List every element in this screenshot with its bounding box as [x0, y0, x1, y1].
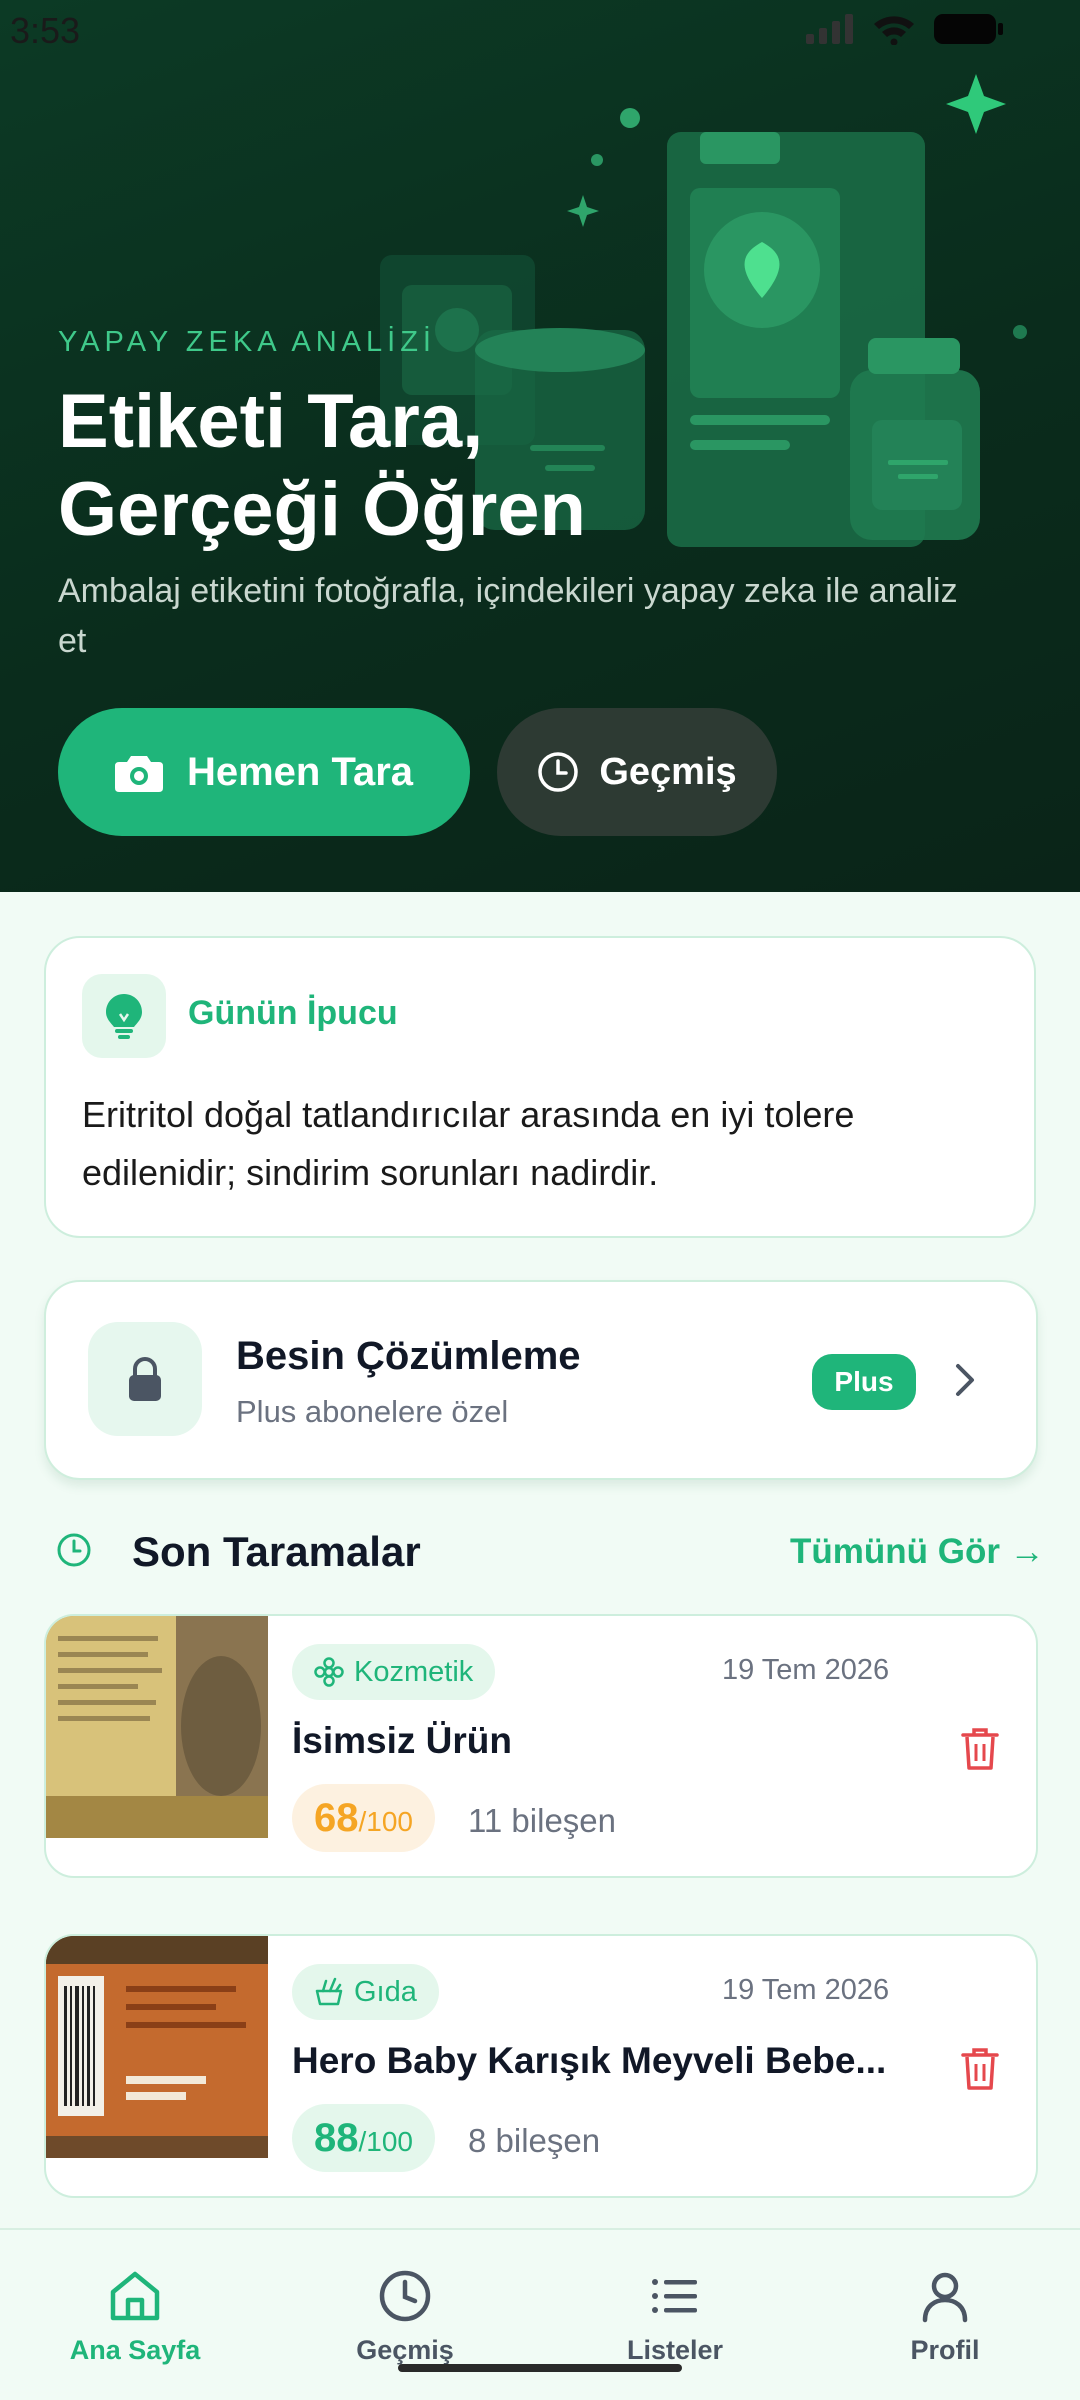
product-name: İsimsiz Ürün	[292, 1720, 512, 1761]
tip-text: Eritritol doğal tatlandırıcılar arasında…	[82, 1094, 855, 1193]
nav-item-home[interactable]: Ana Sayfa	[35, 2268, 235, 2366]
bottom-navigation: Ana Sayfa Geçmiş Listeler Profil	[0, 2228, 1080, 2400]
history-button[interactable]: Geçmiş	[497, 708, 777, 836]
lightbulb-icon	[106, 994, 142, 1039]
product-thumbnail	[46, 1936, 268, 2158]
category-badge: Gıda	[292, 1964, 439, 2020]
scan-now-button[interactable]: Hemen Tara	[58, 708, 470, 836]
recent-clock-icon	[57, 1533, 91, 1567]
nav-item-lists[interactable]: Listeler	[575, 2268, 775, 2366]
hero-eyebrow: YAPAY ZEKA ANALİZİ	[58, 326, 436, 358]
scan-card[interactable]: Kozmetik 19 Tem 2026 İsimsiz Ürün 68 /10…	[44, 1614, 1038, 1878]
component-count: 11 bileşen	[468, 1802, 617, 1839]
scan-date: 19 Tem 2026	[722, 1974, 890, 2006]
see-all-link[interactable]: Tümünü Gör →	[790, 1532, 1045, 1572]
nav-item-profile[interactable]: Profil	[845, 2268, 1045, 2366]
tip-title: Günün İpucu	[188, 994, 398, 1032]
home-indicator	[398, 2364, 682, 2372]
clock-icon	[538, 752, 579, 792]
score-badge: 88 /100	[292, 2104, 435, 2172]
signal-icon	[806, 14, 853, 44]
lock-icon-box	[88, 1322, 202, 1436]
clock-icon	[379, 2270, 431, 2322]
scan-date: 19 Tem 2026	[722, 1654, 890, 1686]
score-max: /100	[358, 1806, 414, 1837]
tip-of-the-day-card: Günün İpucu Eritritol doğal tatlandırıcı…	[44, 936, 1036, 1238]
hero-title: Etiketi Tara, Gerçeği Öğren	[58, 378, 818, 554]
status-bar: 3:53	[0, 0, 1080, 60]
hero-title-line1: Etiketi Tara,	[58, 379, 484, 464]
category-label: Kozmetik	[354, 1655, 474, 1688]
trash-icon[interactable]	[960, 2046, 1000, 2092]
score-value: 68	[314, 1796, 359, 1840]
hero-subtitle: Ambalaj etiketini fotoğrafla, içindekile…	[58, 572, 958, 660]
nav-label-home: Ana Sayfa	[69, 2335, 201, 2365]
plus-badge: Plus	[812, 1354, 916, 1410]
camera-icon	[114, 756, 163, 792]
category-badge: Kozmetik	[292, 1644, 496, 1700]
score-badge: 68 /100	[292, 1784, 435, 1852]
scan-card[interactable]: Gıda 19 Tem 2026 Hero Baby Karışık Meyve…	[44, 1934, 1038, 2198]
wifi-icon	[874, 16, 914, 45]
nutrition-analysis-card[interactable]: Besin Çözümleme Plus abonelere özel Plus	[44, 1280, 1038, 1480]
list-icon	[652, 2279, 697, 2313]
product-thumbnail	[46, 1616, 268, 1838]
nutrition-analysis-title: Besin Çözümleme	[236, 1334, 581, 1378]
tip-icon-box	[82, 974, 166, 1058]
hero-banner: 3:53 YAPAY ZEKA ANALİZİ Etiketi Tara, Ge…	[0, 0, 1080, 892]
component-count: 8 bileşen	[468, 2122, 601, 2159]
product-name: Hero Baby Karışık Meyveli Bebe...	[292, 2040, 887, 2081]
battery-icon	[934, 14, 1003, 44]
user-icon	[922, 2272, 968, 2323]
status-time: 3:53	[10, 10, 81, 51]
home-icon	[110, 2271, 160, 2321]
scan-now-label: Hemen Tara	[186, 749, 413, 794]
category-label: Gıda	[354, 1975, 417, 2008]
recent-scans-title: Son Taramalar	[132, 1528, 421, 1575]
chevron-right-icon	[956, 1364, 974, 1396]
score-max: /100	[358, 2126, 414, 2157]
lock-icon	[129, 1357, 161, 1401]
nutrition-analysis-subtitle: Plus abonelere özel	[236, 1394, 509, 1429]
nav-label-profile: Profil	[910, 2335, 980, 2365]
nav-item-history[interactable]: Geçmiş	[305, 2268, 505, 2366]
food-icon	[315, 1977, 343, 2006]
history-label: Geçmiş	[599, 750, 737, 793]
nav-label-history: Geçmiş	[356, 2335, 454, 2365]
hero-title-line2: Gerçeği Öğren	[58, 467, 586, 552]
nav-label-lists: Listeler	[626, 2335, 724, 2365]
flower-icon	[314, 1657, 344, 1687]
trash-icon[interactable]	[960, 1726, 1000, 1772]
score-value: 88	[314, 2116, 359, 2160]
